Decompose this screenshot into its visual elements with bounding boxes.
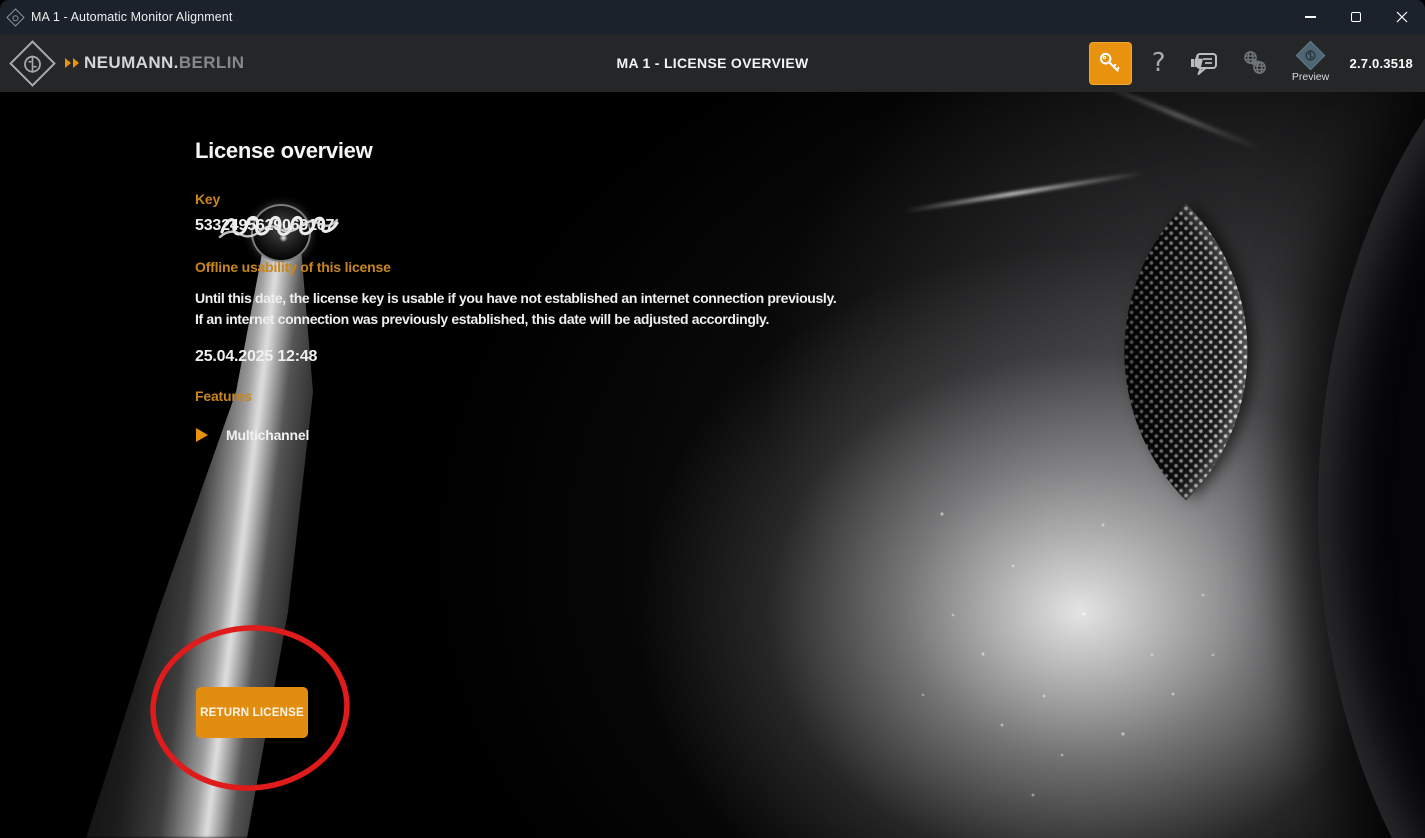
offline-expiry-date: 25.04.2025 12:48 (195, 348, 317, 366)
window-controls (1287, 0, 1425, 34)
key-icon (1097, 50, 1123, 76)
preview-badge: Preview (1288, 43, 1334, 83)
window-title: MA 1 - Automatic Monitor Alignment (31, 10, 232, 24)
titlebar: MA 1 - Automatic Monitor Alignment (0, 0, 1425, 34)
return-license-button[interactable]: RETURN LICENSE (196, 687, 308, 738)
app-logo-icon (6, 8, 24, 26)
key-obscured: 49562906 (230, 217, 300, 234)
brand-berlin: BERLIN (179, 53, 245, 72)
close-icon (1396, 11, 1408, 23)
minimize-icon (1305, 16, 1316, 17)
page-title: MA 1 - LICENSE OVERVIEW (616, 55, 808, 71)
offline-usability-label: Offline usability of this license (195, 259, 391, 275)
license-key-button[interactable] (1089, 42, 1132, 85)
app-header: NEUMANN.BERLIN MA 1 - LICENSE OVERVIEW ? (0, 34, 1425, 92)
minimize-button[interactable] (1287, 0, 1333, 34)
header-toolbar: ? (1089, 34, 1413, 92)
feedback-icon (1188, 48, 1220, 78)
neumann-logo-icon (9, 40, 56, 87)
language-globes-icon (1240, 48, 1270, 78)
key-prefix: 5332 (195, 217, 230, 234)
offline-text-line2: If an internet connection was previously… (195, 309, 935, 330)
maximize-button[interactable] (1333, 0, 1379, 34)
feedback-button[interactable] (1186, 46, 1222, 80)
preview-label: Preview (1292, 71, 1329, 83)
main-content: License overview Key 5332495629069167 Of… (0, 92, 1425, 838)
offline-usability-text: Until this date, the license key is usab… (195, 288, 935, 329)
features-label: Features (195, 388, 252, 404)
feature-name: Multichannel (226, 427, 309, 443)
maximize-icon (1351, 12, 1361, 22)
app-window: MA 1 - Automatic Monitor Alignment NEUMA… (0, 0, 1425, 838)
brand: NEUMANN.BERLIN (10, 34, 245, 92)
help-button[interactable]: ? (1148, 50, 1170, 76)
offline-text-line1: Until this date, the license key is usab… (195, 288, 935, 309)
close-button[interactable] (1379, 0, 1425, 34)
brand-neumann: NEUMANN. (84, 53, 179, 72)
language-button[interactable] (1238, 46, 1272, 80)
license-heading: License overview (195, 138, 372, 164)
license-key-value: 5332495629069167 (195, 217, 334, 235)
feature-arrow-icon (196, 428, 208, 442)
key-suffix: 9167 (299, 217, 334, 234)
version-label: 2.7.0.3518 (1350, 56, 1413, 71)
brand-name: NEUMANN.BERLIN (84, 53, 245, 73)
preview-diamond-icon (1296, 41, 1326, 71)
key-label: Key (195, 191, 220, 207)
license-overview-panel: License overview Key 5332495629069167 Of… (0, 92, 1425, 838)
double-arrow-icon (65, 58, 79, 68)
feature-item: Multichannel (196, 427, 309, 443)
